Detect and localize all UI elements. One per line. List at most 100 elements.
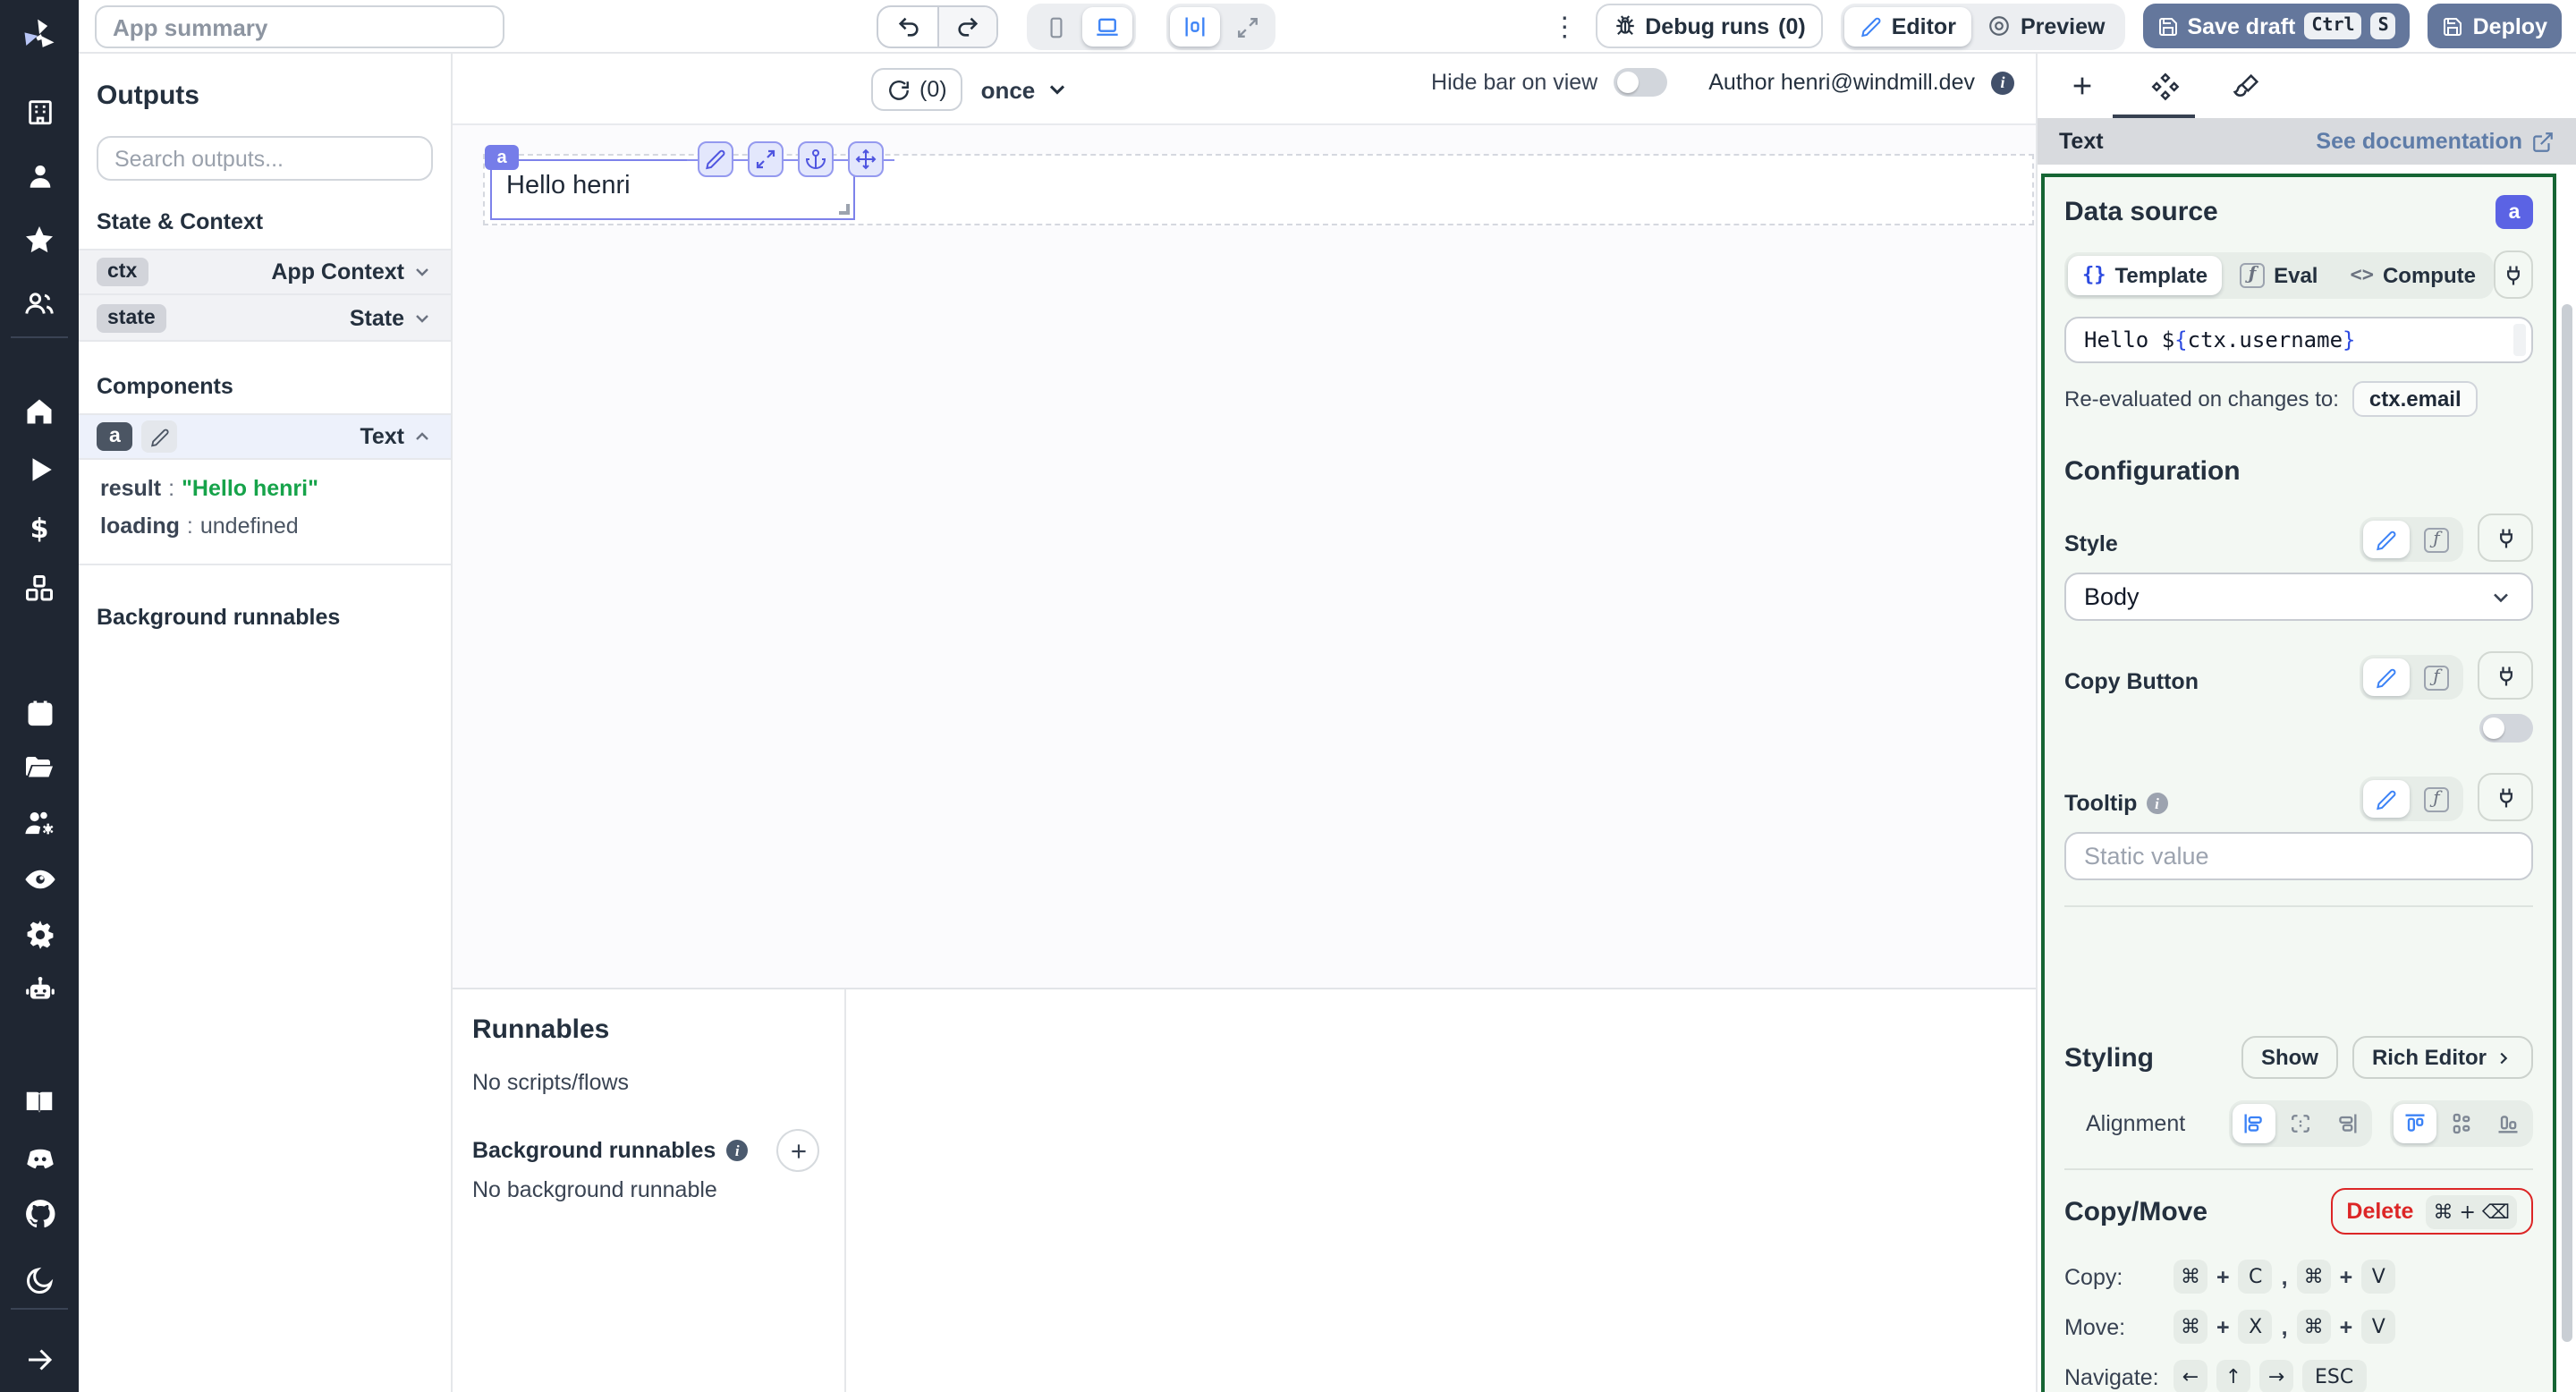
settings-scrollbar-thumb[interactable] xyxy=(2562,304,2572,1342)
connect-style-button[interactable] xyxy=(2478,514,2533,562)
connect-tooltip-button[interactable] xyxy=(2478,773,2533,821)
sidebar-item-docs[interactable] xyxy=(0,1081,79,1124)
sidebar-item-schedules[interactable] xyxy=(0,691,79,734)
sidebar-item-runs[interactable] xyxy=(0,447,79,490)
expand-component-button[interactable] xyxy=(748,141,784,177)
recompute-mode-dropdown[interactable]: once xyxy=(981,76,1070,103)
chevron-up-icon[interactable] xyxy=(411,426,433,447)
search-outputs-input[interactable] xyxy=(97,136,433,181)
redo-button[interactable] xyxy=(937,7,996,47)
component-row-a[interactable]: a Text xyxy=(79,413,451,460)
outputs-panel: Outputs State & Context ctx App Context … xyxy=(79,54,453,1392)
sidebar-item-settings[interactable] xyxy=(0,912,79,955)
sidebar-item-github[interactable] xyxy=(0,1192,79,1235)
sidebar-item-resources[interactable] xyxy=(0,567,79,610)
align-left-button[interactable] xyxy=(2233,1104,2275,1143)
move-component-button[interactable] xyxy=(848,141,884,177)
see-documentation-link[interactable]: See documentation xyxy=(2316,129,2555,154)
align-bottom-button[interactable] xyxy=(2487,1104,2529,1143)
alignment-label: Alignment xyxy=(2086,1111,2186,1136)
sidebar-item-groups[interactable] xyxy=(0,283,79,326)
mobile-view-button[interactable] xyxy=(1030,7,1080,47)
chevron-down-icon[interactable] xyxy=(411,261,433,283)
selected-component-badge: a xyxy=(2496,195,2533,229)
align-top-button[interactable] xyxy=(2394,1104,2436,1143)
sidebar-item-workers[interactable] xyxy=(0,802,79,845)
sidebar-item-workspace[interactable] xyxy=(0,89,79,132)
rich-editor-button[interactable]: Rich Editor xyxy=(2351,1036,2533,1079)
eval-input-button[interactable]: ƒ xyxy=(2413,658,2460,696)
sidebar-item-home[interactable] xyxy=(0,390,79,433)
robot-icon xyxy=(25,975,54,998)
sidebar-item-dark-mode[interactable] xyxy=(0,1260,79,1303)
tab-insert-component[interactable] xyxy=(2063,66,2102,106)
app-summary-input[interactable] xyxy=(95,5,504,48)
center-canvas-button[interactable] xyxy=(1170,7,1220,47)
eval-input-button[interactable]: ƒ xyxy=(2413,780,2460,818)
debug-runs-button[interactable]: Debug runs (0) xyxy=(1595,4,1824,48)
deploy-button[interactable]: Deploy xyxy=(2428,4,2562,48)
static-input-button[interactable] xyxy=(2363,658,2410,696)
sidebar-item-variables[interactable]: $ xyxy=(0,508,79,551)
preview-tab[interactable]: Preview xyxy=(1972,6,2122,46)
align-center-button[interactable] xyxy=(2279,1104,2322,1143)
sidebar-item-ai[interactable] xyxy=(0,968,79,1011)
refresh-app-button[interactable]: (0) xyxy=(871,68,963,111)
output-row-ctx[interactable]: ctx App Context xyxy=(79,249,451,295)
configuration-title: Configuration xyxy=(2064,456,2241,487)
anchor-component-button[interactable] xyxy=(798,141,834,177)
sidebar-expand-button[interactable] xyxy=(0,1338,79,1381)
tab-component-settings[interactable] xyxy=(2145,66,2184,106)
compute-mode-button[interactable]: <> Compute xyxy=(2335,255,2490,294)
undo-button[interactable] xyxy=(878,7,937,47)
delete-component-button[interactable]: Delete ⌘ + ⌫ xyxy=(2330,1188,2533,1235)
connect-data-source-button[interactable] xyxy=(2493,250,2533,299)
hide-bar-toggle[interactable] xyxy=(1614,68,1668,97)
edit-component-button[interactable] xyxy=(698,141,733,177)
result-row[interactable]: result: "Hello henri" xyxy=(100,471,447,508)
windmill-logo[interactable] xyxy=(0,14,79,57)
chevron-down-icon[interactable] xyxy=(411,307,433,328)
template-code-input[interactable]: Hello ${ctx.username} xyxy=(2064,317,2533,363)
background-runnables-heading: Background runnables xyxy=(472,1138,716,1163)
save-draft-button[interactable]: Save draft Ctrl S xyxy=(2142,4,2411,48)
static-input-button[interactable] xyxy=(2363,780,2410,818)
align-right-button[interactable] xyxy=(2326,1104,2368,1143)
copy-button-toggle[interactable] xyxy=(2479,714,2533,743)
redo-icon xyxy=(958,17,979,37)
eval-mode-button[interactable]: ƒ Eval xyxy=(2225,255,2332,294)
align-middle-button[interactable] xyxy=(2440,1104,2483,1143)
tooltip-static-value-input[interactable] xyxy=(2064,832,2533,880)
pencil-icon xyxy=(2377,667,2396,688)
resize-handle[interactable] xyxy=(839,204,850,215)
sidebar-item-favorites[interactable] xyxy=(0,218,79,261)
debug-runs-label: Debug runs xyxy=(1645,13,1770,38)
copy-button-property-row: Copy Button ƒ xyxy=(2064,649,2533,700)
tab-global-styling[interactable] xyxy=(2227,66,2267,106)
connect-copy-button[interactable] xyxy=(2478,651,2533,700)
sidebar-item-folders[interactable] xyxy=(0,746,79,789)
more-menu-button[interactable]: ⋮ xyxy=(1551,10,1578,42)
template-mode-button[interactable]: {} Template xyxy=(2068,255,2223,294)
text-component-a[interactable]: a Hello henri xyxy=(485,141,894,220)
loading-row[interactable]: loading: undefined xyxy=(100,508,447,546)
arrow-left-key: ← xyxy=(2174,1360,2207,1392)
sidebar-item-user[interactable] xyxy=(0,154,79,197)
output-row-state[interactable]: state State xyxy=(79,295,451,342)
add-background-runnable-button[interactable] xyxy=(776,1129,819,1172)
sidebar-item-discord[interactable] xyxy=(0,1136,79,1179)
static-input-button[interactable] xyxy=(2363,521,2410,558)
show-styling-button[interactable]: Show xyxy=(2241,1036,2338,1079)
users-cog-icon xyxy=(24,811,53,834)
editor-tab[interactable]: Editor xyxy=(1844,6,1972,46)
sidebar-item-audit[interactable] xyxy=(0,857,79,900)
state-type-label: State xyxy=(349,305,404,330)
eval-input-button[interactable]: ƒ xyxy=(2413,521,2460,558)
reeval-dependency-chip[interactable]: ctx.email xyxy=(2352,381,2478,417)
rename-component-button[interactable] xyxy=(141,420,178,453)
style-select[interactable]: Body xyxy=(2064,573,2533,621)
plug-icon xyxy=(2507,265,2520,284)
horizontal-alignment-group xyxy=(2229,1100,2372,1147)
full-width-canvas-button[interactable] xyxy=(1222,7,1272,47)
desktop-view-button[interactable] xyxy=(1082,7,1132,47)
